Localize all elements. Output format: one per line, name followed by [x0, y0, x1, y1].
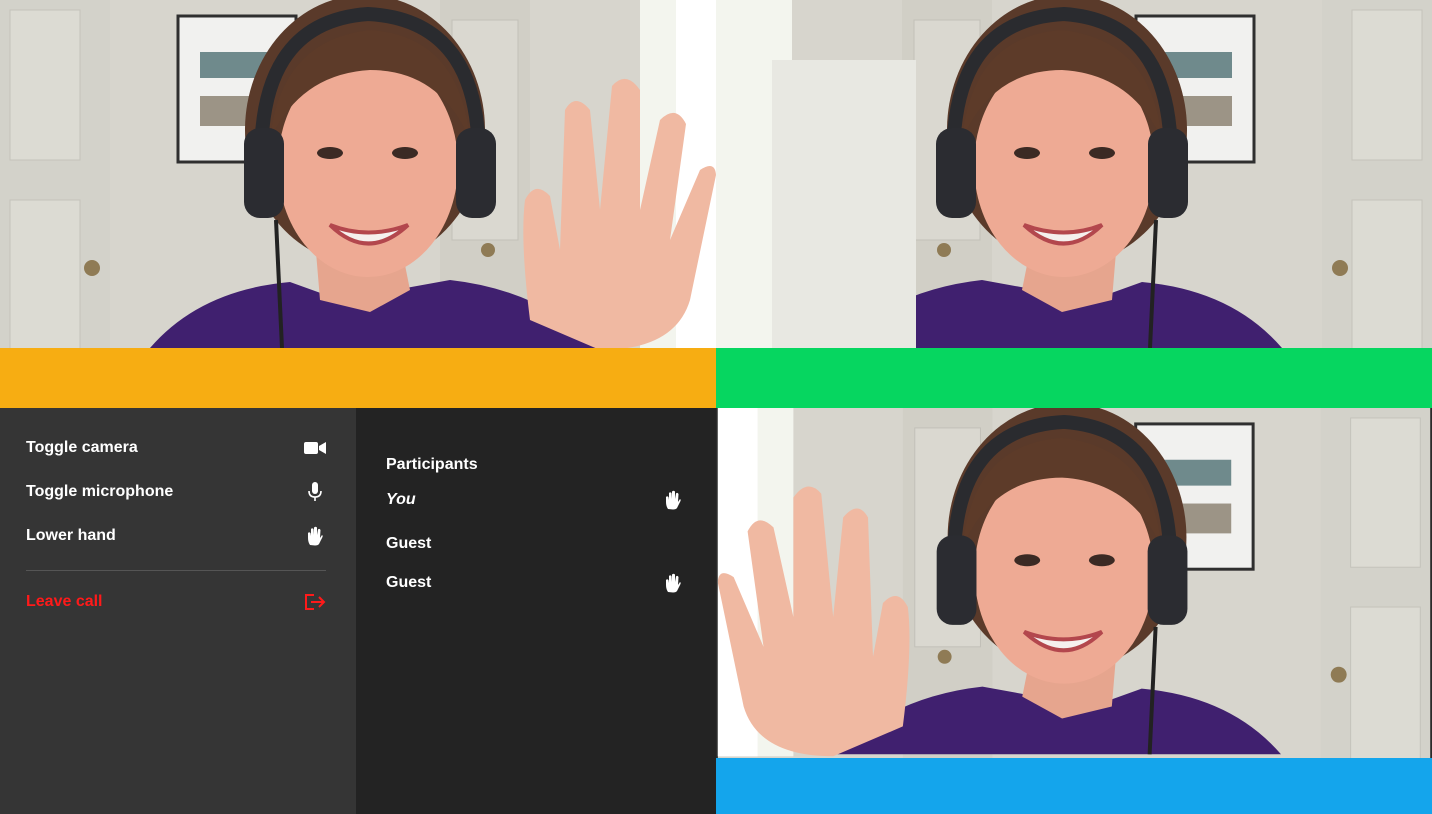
participant-video-1 [0, 0, 716, 408]
toggle-microphone-label: Toggle microphone [26, 483, 174, 500]
tile-2-status-bar [716, 348, 1432, 408]
video-camera-icon [304, 437, 326, 459]
participant-row: Guest [386, 571, 684, 595]
tile-1-status-bar [0, 348, 716, 408]
participant-row: You [386, 488, 684, 512]
leave-call-button[interactable]: Leave call [26, 590, 326, 614]
lower-hand-label: Lower hand [26, 527, 116, 544]
raised-hand-icon [304, 525, 326, 547]
participant-name: Guest [386, 535, 432, 552]
tile-3-status-bar [716, 758, 1432, 814]
microphone-icon [304, 481, 326, 503]
call-controls-panel: Toggle camera Toggle microphone Lower ha… [0, 408, 356, 814]
leave-call-label: Leave call [26, 593, 103, 610]
participant-video-2 [716, 0, 1432, 408]
toggle-microphone-button[interactable]: Toggle microphone [26, 480, 326, 504]
raised-hand-icon [662, 489, 684, 511]
participant-video-3 [716, 408, 1432, 814]
participant-name: Guest [386, 574, 432, 591]
toggle-camera-label: Toggle camera [26, 439, 138, 456]
video-tile-2 [716, 0, 1432, 408]
participant-row: Guest [386, 532, 684, 556]
toggle-camera-button[interactable]: Toggle camera [26, 436, 326, 460]
leave-icon [304, 591, 326, 613]
participants-title: Participants [386, 456, 478, 473]
controls-divider [26, 570, 326, 571]
raised-hand-icon [662, 572, 684, 594]
video-tile-3 [716, 408, 1432, 814]
participants-panel: Participants You Guest Guest [356, 408, 716, 814]
participant-name: You [386, 491, 416, 508]
video-tile-1 [0, 0, 716, 408]
lower-hand-button[interactable]: Lower hand [26, 524, 326, 548]
